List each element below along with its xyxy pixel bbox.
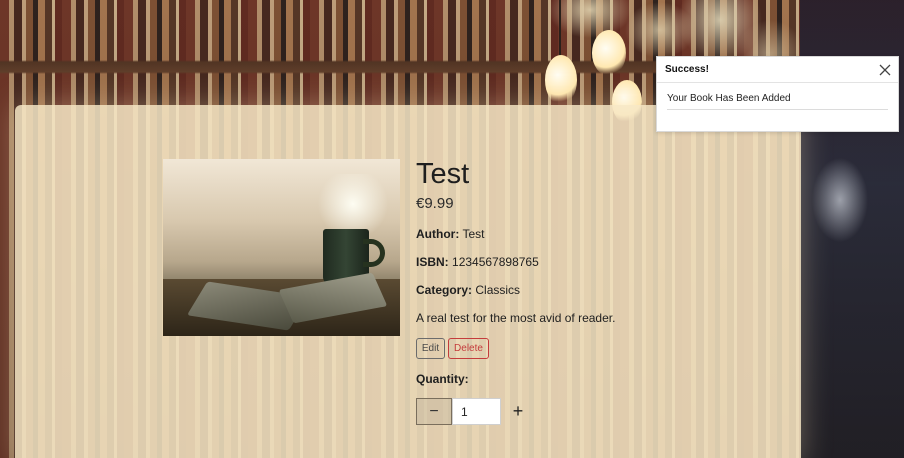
decrement-button[interactable]: −: [416, 398, 452, 425]
book-cover-image: [163, 159, 400, 336]
increment-button[interactable]: +: [508, 401, 528, 421]
category-row: Category: Classics: [416, 283, 520, 297]
quantity-label: Quantity:: [416, 372, 469, 386]
category-value: Classics: [475, 283, 521, 297]
toast-header: Success!: [657, 57, 898, 83]
book-description: A real test for the most avid of reader.: [416, 311, 616, 325]
author-row: Author: Test: [416, 227, 484, 241]
image-mug-handle: [363, 239, 385, 267]
delete-button[interactable]: Delete: [448, 338, 489, 359]
author-label: Author:: [416, 227, 460, 241]
toast-title: Success!: [665, 64, 709, 75]
quantity-input[interactable]: [452, 398, 501, 425]
success-toast: Success! Your Book Has Been Added: [656, 56, 899, 132]
close-icon[interactable]: [872, 57, 898, 83]
isbn-label: ISBN:: [416, 255, 449, 269]
edit-button[interactable]: Edit: [416, 338, 445, 359]
book-price: €9.99: [416, 195, 454, 212]
author-value: Test: [462, 227, 485, 241]
book-title: Test: [416, 158, 470, 190]
lamp-cord: [559, 0, 561, 60]
product-panel: [15, 105, 801, 458]
category-label: Category:: [416, 283, 473, 297]
light-bulb: [545, 55, 577, 105]
light-bulb: [592, 30, 626, 76]
toast-message: Your Book Has Been Added: [667, 93, 888, 110]
isbn-row: ISBN: 1234567898765: [416, 255, 539, 269]
close-icon-glyph: [879, 64, 891, 75]
image-light: [313, 174, 393, 234]
isbn-value: 1234567898765: [452, 255, 539, 269]
